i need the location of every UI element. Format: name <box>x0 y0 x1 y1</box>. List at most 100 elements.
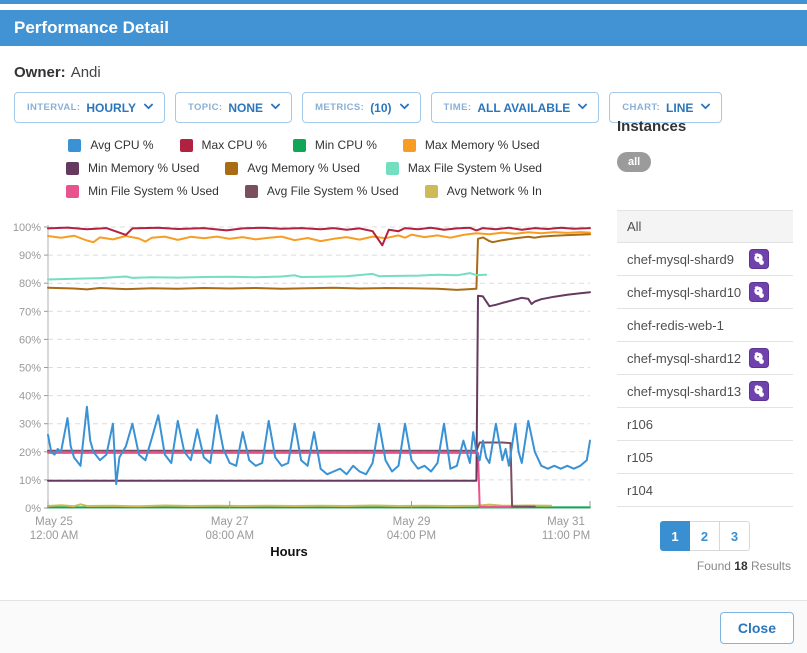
legend-swatch <box>386 162 399 175</box>
page-title: Performance Detail <box>14 18 169 38</box>
instance-row[interactable]: chef-mysql-shard10 <box>617 276 793 309</box>
instance-name: chef-mysql-shard13 <box>627 384 749 399</box>
datadog-icon[interactable] <box>749 381 769 401</box>
x-tick-label: 08:00 AM <box>205 530 254 542</box>
x-tick-label: May 31 <box>547 516 585 528</box>
legend-row: Avg CPU % Max CPU % Min CPU % Max Memory % … <box>8 138 600 152</box>
x-tick-label: May 29 <box>393 516 431 528</box>
chevron-down-icon <box>578 100 588 110</box>
instance-name: All <box>627 219 783 234</box>
chevron-down-icon <box>399 100 409 110</box>
filter-label: METRICS: <box>315 102 364 113</box>
y-tick-label: 30% <box>19 419 41 431</box>
page-button-3[interactable]: 3 <box>720 521 750 551</box>
y-tick-label: 60% <box>19 334 41 346</box>
owner-value: Andi <box>71 64 101 81</box>
x-tick-label: 12:00 AM <box>30 530 79 542</box>
instances-heading: Instances <box>617 118 793 135</box>
instance-row[interactable]: chef-mysql-shard12 <box>617 342 793 375</box>
legend-label: Avg Memory % Used <box>247 161 359 175</box>
modal-footer: Close <box>0 600 807 653</box>
x-tick-label: May 25 <box>35 516 73 528</box>
instance-row[interactable]: chef-mysql-shard13 <box>617 375 793 408</box>
legend-label: Max File System % Used <box>408 161 542 175</box>
filter-label: TIME: <box>444 102 472 113</box>
legend-item: Min CPU % <box>293 138 377 152</box>
filter-label: CHART: <box>622 102 660 113</box>
close-button[interactable]: Close <box>720 612 794 644</box>
filter-dropdown-time[interactable]: TIME: ALL AVAILABLE <box>431 92 600 123</box>
instance-row[interactable]: All <box>617 210 793 243</box>
legend-item: Max CPU % <box>180 138 267 152</box>
filter-dropdown-interval[interactable]: INTERVAL: HOURLY <box>14 92 165 123</box>
y-tick-label: 90% <box>19 250 41 262</box>
legend-swatch <box>66 162 79 175</box>
series-line <box>48 234 590 290</box>
modal-header: Performance Detail <box>0 10 807 46</box>
performance-detail-modal: Performance Detail Owner: Andi INTERVAL: H… <box>0 0 807 653</box>
y-tick-label: 70% <box>19 306 41 318</box>
top-strip <box>0 0 807 4</box>
filter-value: HOURLY <box>86 101 136 115</box>
legend-label: Min File System % Used <box>88 184 219 198</box>
chevron-down-icon <box>144 100 154 110</box>
all-filter-pill[interactable]: all <box>617 152 651 172</box>
instance-name: r105 <box>627 450 783 465</box>
instance-row[interactable]: r104 <box>617 474 793 507</box>
owner-label: Owner: <box>14 64 66 81</box>
legend-item: Avg Memory % Used <box>225 161 359 175</box>
instance-name: chef-mysql-shard9 <box>627 252 749 267</box>
legend-swatch <box>180 139 193 152</box>
legend-item: Max File System % Used <box>386 161 542 175</box>
y-tick-label: 40% <box>19 391 41 403</box>
legend-item: Min File System % Used <box>66 184 219 198</box>
instance-name: chef-redis-web-1 <box>627 318 783 333</box>
y-tick-label: 50% <box>19 363 41 375</box>
results-count-number: 18 <box>734 559 747 573</box>
legend-item: Min Memory % Used <box>66 161 199 175</box>
instances-panel: Instances all All chef-mysql-shard9 chef-m… <box>617 118 793 588</box>
legend-row: Min File System % Used Avg File System % … <box>8 184 600 198</box>
y-tick-label: 10% <box>19 475 41 487</box>
legend-swatch <box>245 185 258 198</box>
instance-name: chef-mysql-shard12 <box>627 351 749 366</box>
y-tick-label: 100% <box>13 222 41 234</box>
instance-name: chef-mysql-shard10 <box>627 285 749 300</box>
y-tick-label: 0% <box>25 503 41 515</box>
instance-row[interactable]: r106 <box>617 408 793 441</box>
page-button-2[interactable]: 2 <box>690 521 720 551</box>
filter-label: INTERVAL: <box>27 102 80 113</box>
instance-row[interactable]: chef-redis-web-1 <box>617 309 793 342</box>
x-tick-label: 11:00 PM <box>542 530 590 542</box>
chevron-down-icon <box>271 100 281 110</box>
legend-row: Min Memory % Used Avg Memory % Used Max Fi… <box>8 161 600 175</box>
legend-swatch <box>68 139 81 152</box>
filter-value: ALL AVAILABLE <box>477 101 570 115</box>
legend-swatch <box>403 139 416 152</box>
legend-item: Avg CPU % <box>68 138 153 152</box>
legend-swatch <box>225 162 238 175</box>
datadog-icon[interactable] <box>749 249 769 269</box>
instance-row[interactable]: r105 <box>617 441 793 474</box>
filter-value: LINE <box>666 101 693 115</box>
datadog-icon[interactable] <box>749 348 769 368</box>
filter-label: TOPIC: <box>188 102 222 113</box>
legend-label: Avg Network % In <box>447 184 542 198</box>
legend-item: Max Memory % Used <box>403 138 540 152</box>
page-button-1[interactable]: 1 <box>660 521 690 551</box>
x-tick-label: May 27 <box>211 516 249 528</box>
legend-swatch <box>425 185 438 198</box>
filter-dropdown-topic[interactable]: TOPIC:NONE <box>175 92 292 123</box>
series-line <box>48 273 486 279</box>
legend-label: Max CPU % <box>202 138 267 152</box>
filter-dropdown-metrics[interactable]: METRICS:(10) <box>302 92 420 123</box>
datadog-icon[interactable] <box>749 282 769 302</box>
instance-name: r106 <box>627 417 783 432</box>
legend-item: Avg File System % Used <box>245 184 399 198</box>
y-tick-label: 80% <box>19 278 41 290</box>
x-axis-title: Hours <box>270 544 308 559</box>
y-tick-label: 20% <box>19 447 41 459</box>
instance-row[interactable]: chef-mysql-shard9 <box>617 243 793 276</box>
legend-label: Min Memory % Used <box>88 161 199 175</box>
results-count-suffix: Results <box>751 559 791 573</box>
